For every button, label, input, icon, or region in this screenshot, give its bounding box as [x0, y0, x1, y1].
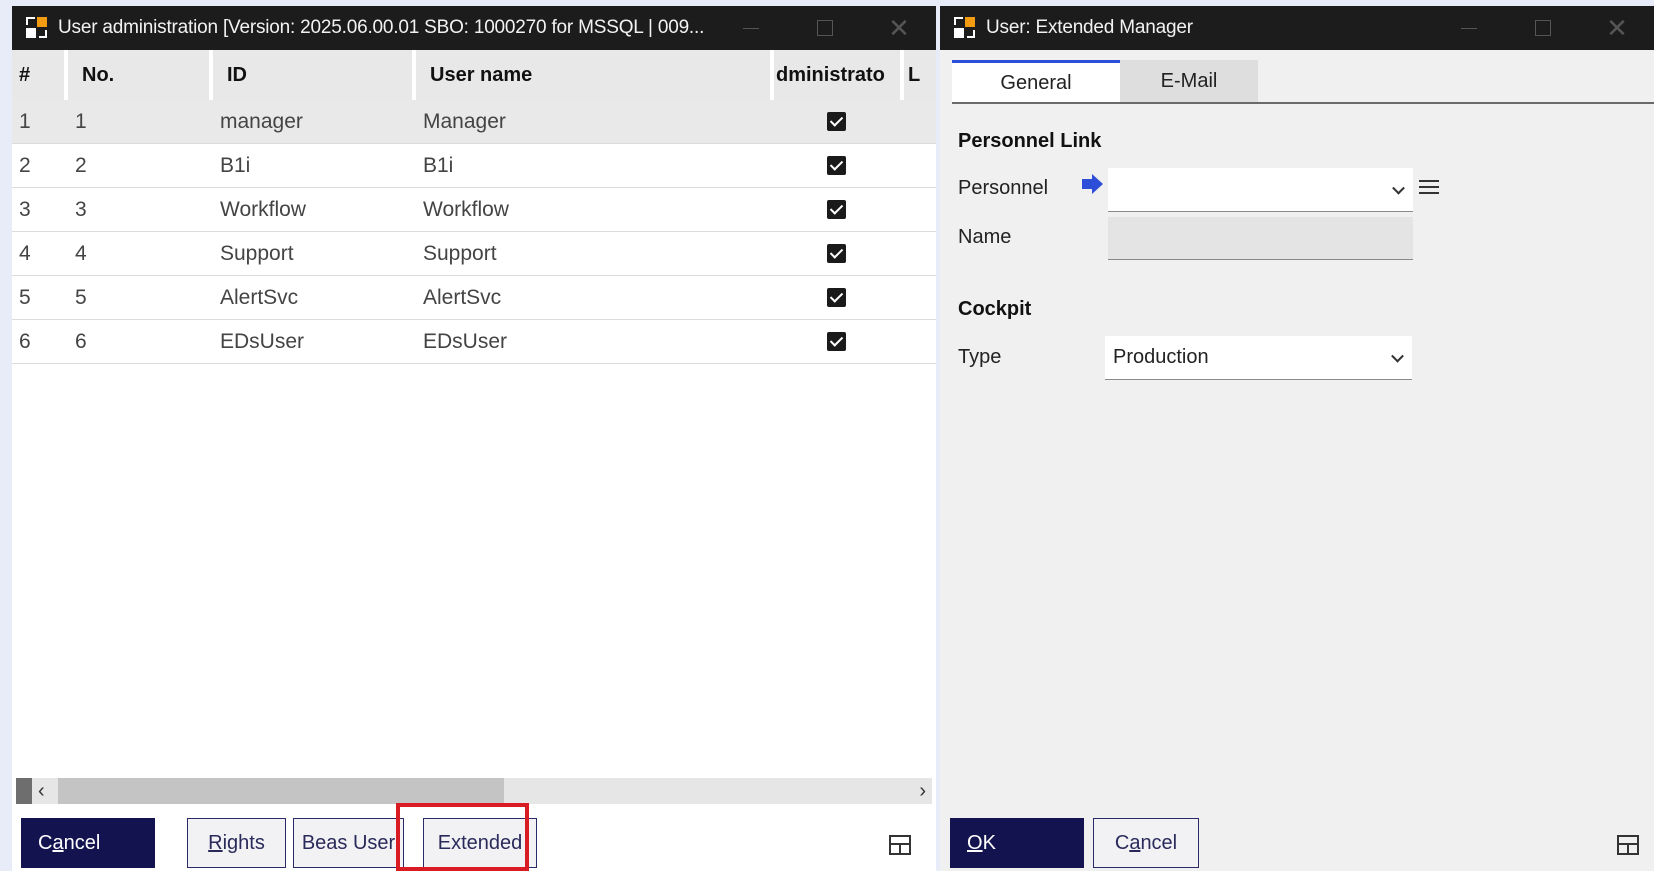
- ok-button[interactable]: OK: [950, 818, 1084, 868]
- personnel-label: Personnel: [958, 177, 1049, 199]
- row-index: 6: [19, 329, 31, 353]
- checkbox-checked-icon[interactable]: [827, 200, 846, 219]
- users-table: # No. ID User name dministrato L 1 1 man…: [12, 50, 936, 364]
- minimize-icon[interactable]: [1432, 6, 1506, 50]
- app-logo-icon: [22, 13, 52, 43]
- row-no: 5: [75, 285, 87, 309]
- row-id: EDsUser: [220, 329, 305, 353]
- extended-button-highlight: [396, 803, 529, 871]
- name-field: [1108, 217, 1413, 260]
- personnel-link-heading: Personnel Link: [958, 130, 1102, 152]
- maximize-icon[interactable]: [788, 6, 862, 50]
- cancel-button[interactable]: Ca ncel: [21, 818, 155, 868]
- ok-label-part: K: [982, 831, 996, 854]
- name-label: Name: [958, 226, 1012, 248]
- checkbox-checked-icon[interactable]: [827, 244, 846, 263]
- type-value: Production: [1113, 346, 1209, 368]
- beas-user-button[interactable]: Beas User: [293, 818, 404, 868]
- checkbox-checked-icon[interactable]: [827, 156, 846, 175]
- maximize-icon[interactable]: [1506, 6, 1580, 50]
- row-id: B1i: [220, 153, 251, 177]
- row-index: 1: [19, 109, 31, 133]
- row-index: 2: [19, 153, 31, 177]
- table-row[interactable]: 5 5 AlertSvc AlertSvc: [12, 276, 936, 320]
- right-titlebar: User: Extended Manager ✕: [940, 6, 1654, 50]
- type-label: Type: [958, 346, 1002, 368]
- row-id: Workflow: [220, 197, 306, 221]
- row-id: AlertSvc: [220, 285, 299, 309]
- row-index: 4: [19, 241, 31, 265]
- chevron-down-icon[interactable]: [1392, 181, 1405, 195]
- row-id: manager: [220, 109, 303, 133]
- tab-general[interactable]: General: [952, 60, 1120, 103]
- chevron-down-icon[interactable]: [1391, 349, 1404, 363]
- row-id: Support: [220, 241, 294, 265]
- table-row[interactable]: 6 6 EDsUser EDsUser: [12, 320, 936, 364]
- type-dropdown[interactable]: Production: [1105, 336, 1412, 380]
- window-title: User administration [Version: 2025.06.00…: [58, 17, 705, 38]
- scroll-start-button[interactable]: [16, 778, 32, 804]
- rights-button[interactable]: Rights: [187, 818, 286, 868]
- column-header-hash[interactable]: #: [12, 50, 68, 100]
- row-user-name: Support: [423, 241, 497, 265]
- tab-email[interactable]: E-Mail: [1120, 60, 1258, 103]
- tab-divider: [952, 102, 1654, 104]
- row-index: 5: [19, 285, 31, 309]
- link-arrow-icon[interactable]: [1080, 174, 1104, 194]
- checkbox-checked-icon[interactable]: [827, 332, 846, 351]
- row-no: 2: [75, 153, 87, 177]
- table-row[interactable]: 4 4 Support Support: [12, 232, 936, 276]
- left-titlebar: User administration [Version: 2025.06.00…: [12, 6, 936, 50]
- table-header: # No. ID User name dministrato L: [12, 50, 936, 100]
- list-icon[interactable]: [1419, 178, 1439, 196]
- horizontal-scrollbar[interactable]: ‹ ›: [16, 778, 932, 804]
- scroll-thumb[interactable]: [58, 778, 504, 804]
- cancel-label-part: ncel: [63, 831, 101, 854]
- close-icon[interactable]: ✕: [1580, 6, 1654, 50]
- row-index: 3: [19, 197, 31, 221]
- checkbox-checked-icon[interactable]: [827, 112, 846, 131]
- ok-mnemonic: O: [967, 831, 983, 854]
- form-layout-icon[interactable]: [889, 835, 911, 855]
- column-header-l[interactable]: L: [904, 50, 936, 100]
- row-no: 4: [75, 241, 87, 265]
- form-layout-icon[interactable]: [1617, 835, 1639, 855]
- close-icon[interactable]: ✕: [862, 6, 936, 50]
- cancel-label-part: C: [38, 831, 53, 854]
- row-no: 6: [75, 329, 87, 353]
- column-header-administrator[interactable]: dministrato: [774, 50, 904, 100]
- cancel-mnemonic: a: [52, 831, 64, 854]
- cancel-mnemonic: a: [1129, 831, 1141, 854]
- column-header-user-name[interactable]: User name: [416, 50, 774, 100]
- table-row[interactable]: 1 1 manager Manager: [12, 100, 936, 144]
- personnel-dropdown[interactable]: [1108, 168, 1413, 212]
- column-header-no[interactable]: No.: [68, 50, 213, 100]
- cancel-label-part: ncel: [1140, 831, 1178, 854]
- rights-label-part: ights: [222, 831, 265, 854]
- cockpit-heading: Cockpit: [958, 298, 1032, 320]
- cancel-button[interactable]: Ca ncel: [1093, 818, 1199, 868]
- table-row[interactable]: 2 2 B1i B1i: [12, 144, 936, 188]
- minimize-icon[interactable]: [714, 6, 788, 50]
- scroll-left-icon[interactable]: ‹: [38, 778, 45, 804]
- row-user-name: Manager: [423, 109, 506, 133]
- app-logo-icon: [950, 13, 980, 43]
- tab-bar: General E-Mail: [952, 60, 1258, 103]
- user-administration-window: User administration [Version: 2025.06.00…: [12, 6, 936, 871]
- user-extended-window: User: Extended Manager ✕ General E-Mail …: [940, 6, 1654, 871]
- row-user-name: B1i: [423, 153, 454, 177]
- row-user-name: EDsUser: [423, 329, 508, 353]
- row-user-name: Workflow: [423, 197, 509, 221]
- row-no: 1: [75, 109, 87, 133]
- scroll-right-icon[interactable]: ›: [919, 778, 926, 804]
- row-user-name: AlertSvc: [423, 285, 502, 309]
- column-header-id[interactable]: ID: [213, 50, 416, 100]
- rights-mnemonic: R: [208, 831, 223, 854]
- window-title: User: Extended Manager: [986, 17, 1193, 38]
- table-row[interactable]: 3 3 Workflow Workflow: [12, 188, 936, 232]
- cancel-label-part: C: [1114, 831, 1130, 854]
- checkbox-checked-icon[interactable]: [827, 288, 846, 307]
- row-no: 3: [75, 197, 87, 221]
